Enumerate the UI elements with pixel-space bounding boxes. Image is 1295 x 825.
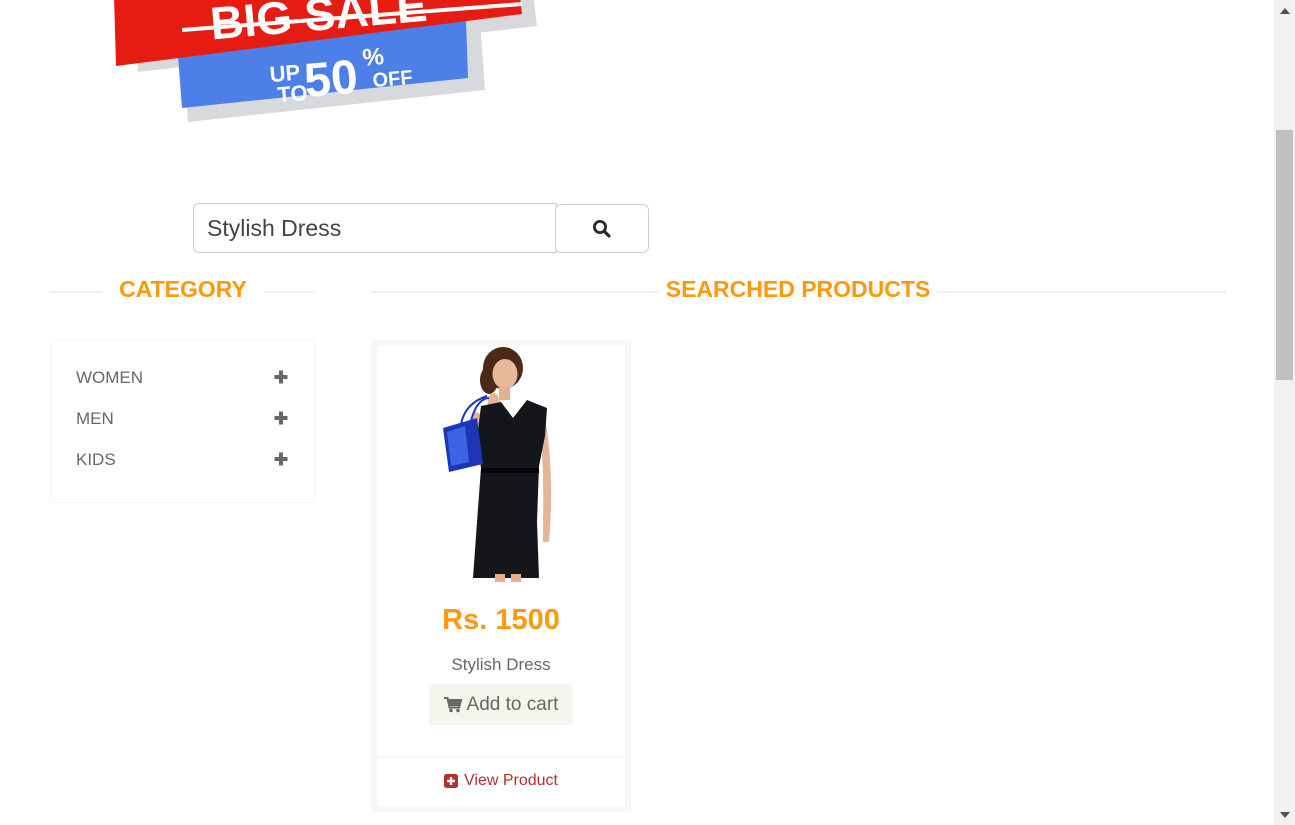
product-card-footer: View Product — [377, 756, 625, 808]
plus-square-icon — [444, 774, 458, 788]
results-title: Searched Products — [659, 275, 937, 303]
search-icon — [593, 219, 611, 238]
scroll-thumb[interactable] — [1276, 130, 1293, 380]
view-product-link[interactable]: View Product — [377, 772, 625, 790]
banner-off: OFF — [372, 67, 414, 92]
shopping-cart-icon — [443, 696, 462, 712]
vertical-scrollbar[interactable] — [1274, 0, 1295, 825]
product-card: Rs. 1500 Stylish Dress Add to cart View … — [371, 340, 631, 812]
banner-percent: 50 — [302, 51, 360, 108]
product-image[interactable] — [377, 346, 625, 582]
product-price: Rs. 1500 — [442, 604, 560, 636]
search-input[interactable] — [193, 203, 557, 253]
product-name: Stylish Dress — [451, 655, 551, 674]
plus-icon[interactable] — [274, 411, 288, 425]
product-photo-woman-black-dress — [377, 346, 625, 582]
category-label: Men — [76, 409, 114, 428]
sale-banner[interactable]: BIG SALE UP TO 50 % OFF — [110, 0, 540, 125]
scroll-down-button[interactable] — [1274, 806, 1295, 823]
scroll-up-button[interactable] — [1274, 2, 1295, 19]
category-label: Women — [76, 368, 144, 387]
banner-percent-sign: % — [361, 43, 385, 72]
view-product-label: View Product — [464, 772, 558, 789]
category-title: Category — [102, 275, 264, 303]
caret-up-icon — [1279, 7, 1290, 14]
category-panel: Women Men Kids — [50, 340, 315, 503]
sale-banner-graphic: BIG SALE UP TO 50 % OFF — [114, 0, 537, 122]
category-item-kids[interactable]: Kids — [76, 446, 288, 474]
search-bar — [193, 203, 649, 253]
caret-down-icon — [1279, 811, 1290, 818]
search-button[interactable] — [555, 204, 649, 253]
category-item-men[interactable]: Men — [76, 405, 288, 433]
plus-icon[interactable] — [274, 452, 288, 466]
add-to-cart-label: Add to cart — [466, 693, 559, 715]
plus-icon[interactable] — [274, 370, 288, 384]
category-item-women[interactable]: Women — [76, 364, 288, 392]
add-to-cart-button[interactable]: Add to cart — [429, 684, 573, 725]
category-label: Kids — [76, 450, 116, 469]
shop-search-page: BIG SALE UP TO 50 % OFF Category Searche… — [0, 0, 1295, 825]
